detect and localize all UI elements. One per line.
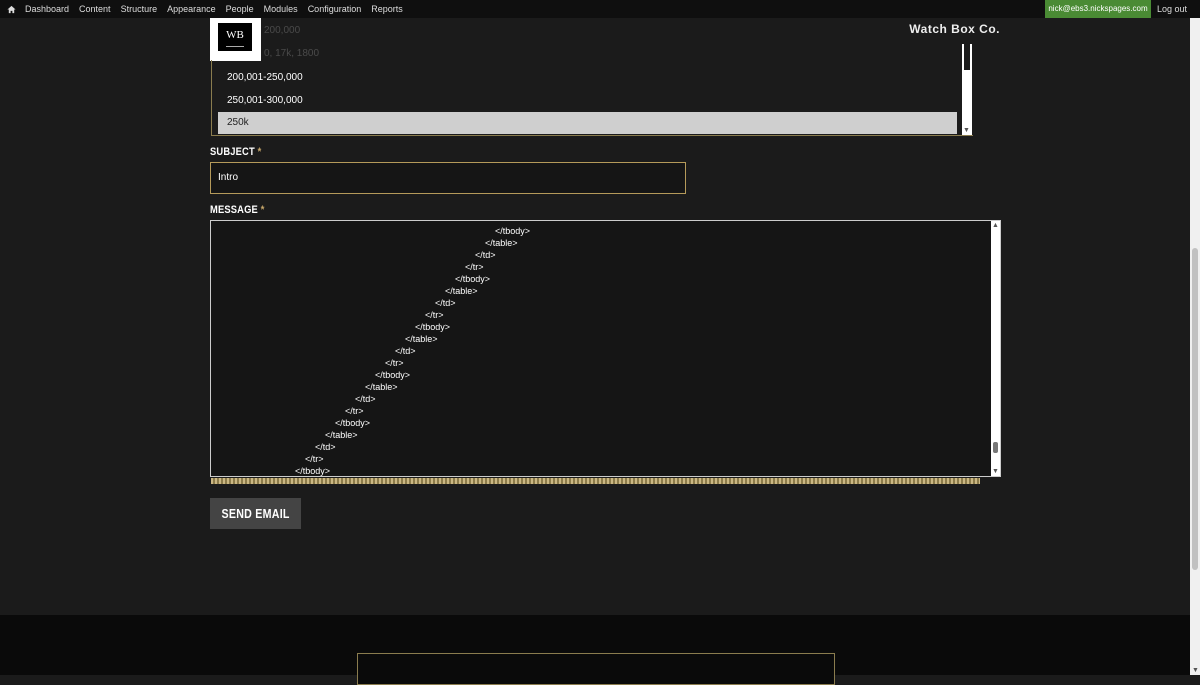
message-line: </tr>: [305, 454, 324, 464]
scroll-down-arrow-icon[interactable]: ▼: [1192, 667, 1199, 674]
list-option-selected[interactable]: 250k: [218, 112, 957, 134]
required-mark: *: [260, 204, 265, 216]
message-line: </tbody>: [375, 370, 411, 380]
toolbar-reports[interactable]: Reports: [366, 0, 408, 18]
faded-option-text: 0, 17k, 1800: [264, 48, 320, 59]
list-option[interactable]: 250,001-300,000: [227, 95, 303, 106]
message-line: </table>: [445, 286, 478, 296]
toolbar-appearance[interactable]: Appearance: [162, 0, 221, 18]
message-line: </table>: [405, 334, 438, 344]
message-line: </table>: [485, 238, 518, 248]
message-line: </tr>: [465, 262, 484, 272]
footer: [0, 615, 1190, 685]
toolbar-dashboard[interactable]: Dashboard: [20, 0, 74, 18]
message-line: </table>: [325, 430, 358, 440]
listbox-scrollbar[interactable]: ▼: [962, 44, 972, 135]
send-email-button[interactable]: SEND EMAIL: [210, 498, 301, 529]
message-line: </td>: [315, 442, 336, 452]
logo-text: WB: [226, 29, 244, 41]
message-scrollbar[interactable]: ▲ ▼: [991, 221, 1000, 476]
scroll-down-arrow-icon[interactable]: ▼: [992, 468, 999, 475]
message-line: </tbody>: [295, 466, 331, 476]
message-line: </td>: [355, 394, 376, 404]
message-line: </td>: [395, 346, 416, 356]
message-textarea[interactable]: </tbody> </table> </td> </tr> </tbody> <…: [210, 220, 1001, 477]
logout-link[interactable]: Log out: [1152, 0, 1192, 18]
message-label: MESSAGE *: [210, 204, 265, 216]
message-line: </tbody>: [495, 226, 531, 236]
toolbar-people[interactable]: People: [221, 0, 259, 18]
required-mark: *: [257, 146, 262, 158]
message-line: </tbody>: [455, 274, 491, 284]
message-line: </tr>: [425, 310, 444, 320]
toolbar-content[interactable]: Content: [74, 0, 116, 18]
site-logo[interactable]: WB: [210, 18, 261, 61]
site-name[interactable]: Watch Box Co.: [880, 22, 1000, 36]
scrollbar-thumb[interactable]: [1192, 248, 1198, 570]
toolbar-modules[interactable]: Modules: [259, 0, 303, 18]
message-line: </td>: [435, 298, 456, 308]
admin-toolbar: Dashboard Content Structure Appearance P…: [0, 0, 1200, 18]
scroll-down-arrow-icon[interactable]: ▼: [963, 127, 970, 134]
message-line: </tr>: [385, 358, 404, 368]
message-line: </tr>: [345, 406, 364, 416]
page-scrollbar[interactable]: ▼: [1190, 18, 1200, 675]
message-line: </tbody>: [415, 322, 451, 332]
subject-input[interactable]: Intro: [210, 162, 686, 194]
message-line: </table>: [365, 382, 398, 392]
textarea-resize-grip[interactable]: [211, 478, 980, 484]
message-line: </td>: [475, 250, 496, 260]
scrollbar-thumb[interactable]: [993, 442, 998, 453]
faded-option-text: 200,000: [264, 25, 301, 36]
scroll-up-arrow-icon[interactable]: ▲: [992, 222, 999, 229]
message-line: </tbody>: [335, 418, 371, 428]
toolbar-structure[interactable]: Structure: [116, 0, 163, 18]
list-option[interactable]: 200,001-250,000: [227, 72, 303, 83]
toolbar-configuration[interactable]: Configuration: [303, 0, 367, 18]
logo-mark: WB: [218, 23, 252, 51]
footer-input-box[interactable]: [357, 653, 835, 685]
subject-label: SUBJECT *: [210, 146, 262, 158]
price-range-listbox[interactable]: 200,001-250,000 250,001-300,000 250k: [211, 60, 973, 136]
scrollbar-thumb[interactable]: [964, 44, 970, 70]
user-account-link[interactable]: nick@ebs3.nickspages.com: [1045, 0, 1151, 18]
home-icon[interactable]: [4, 0, 18, 18]
